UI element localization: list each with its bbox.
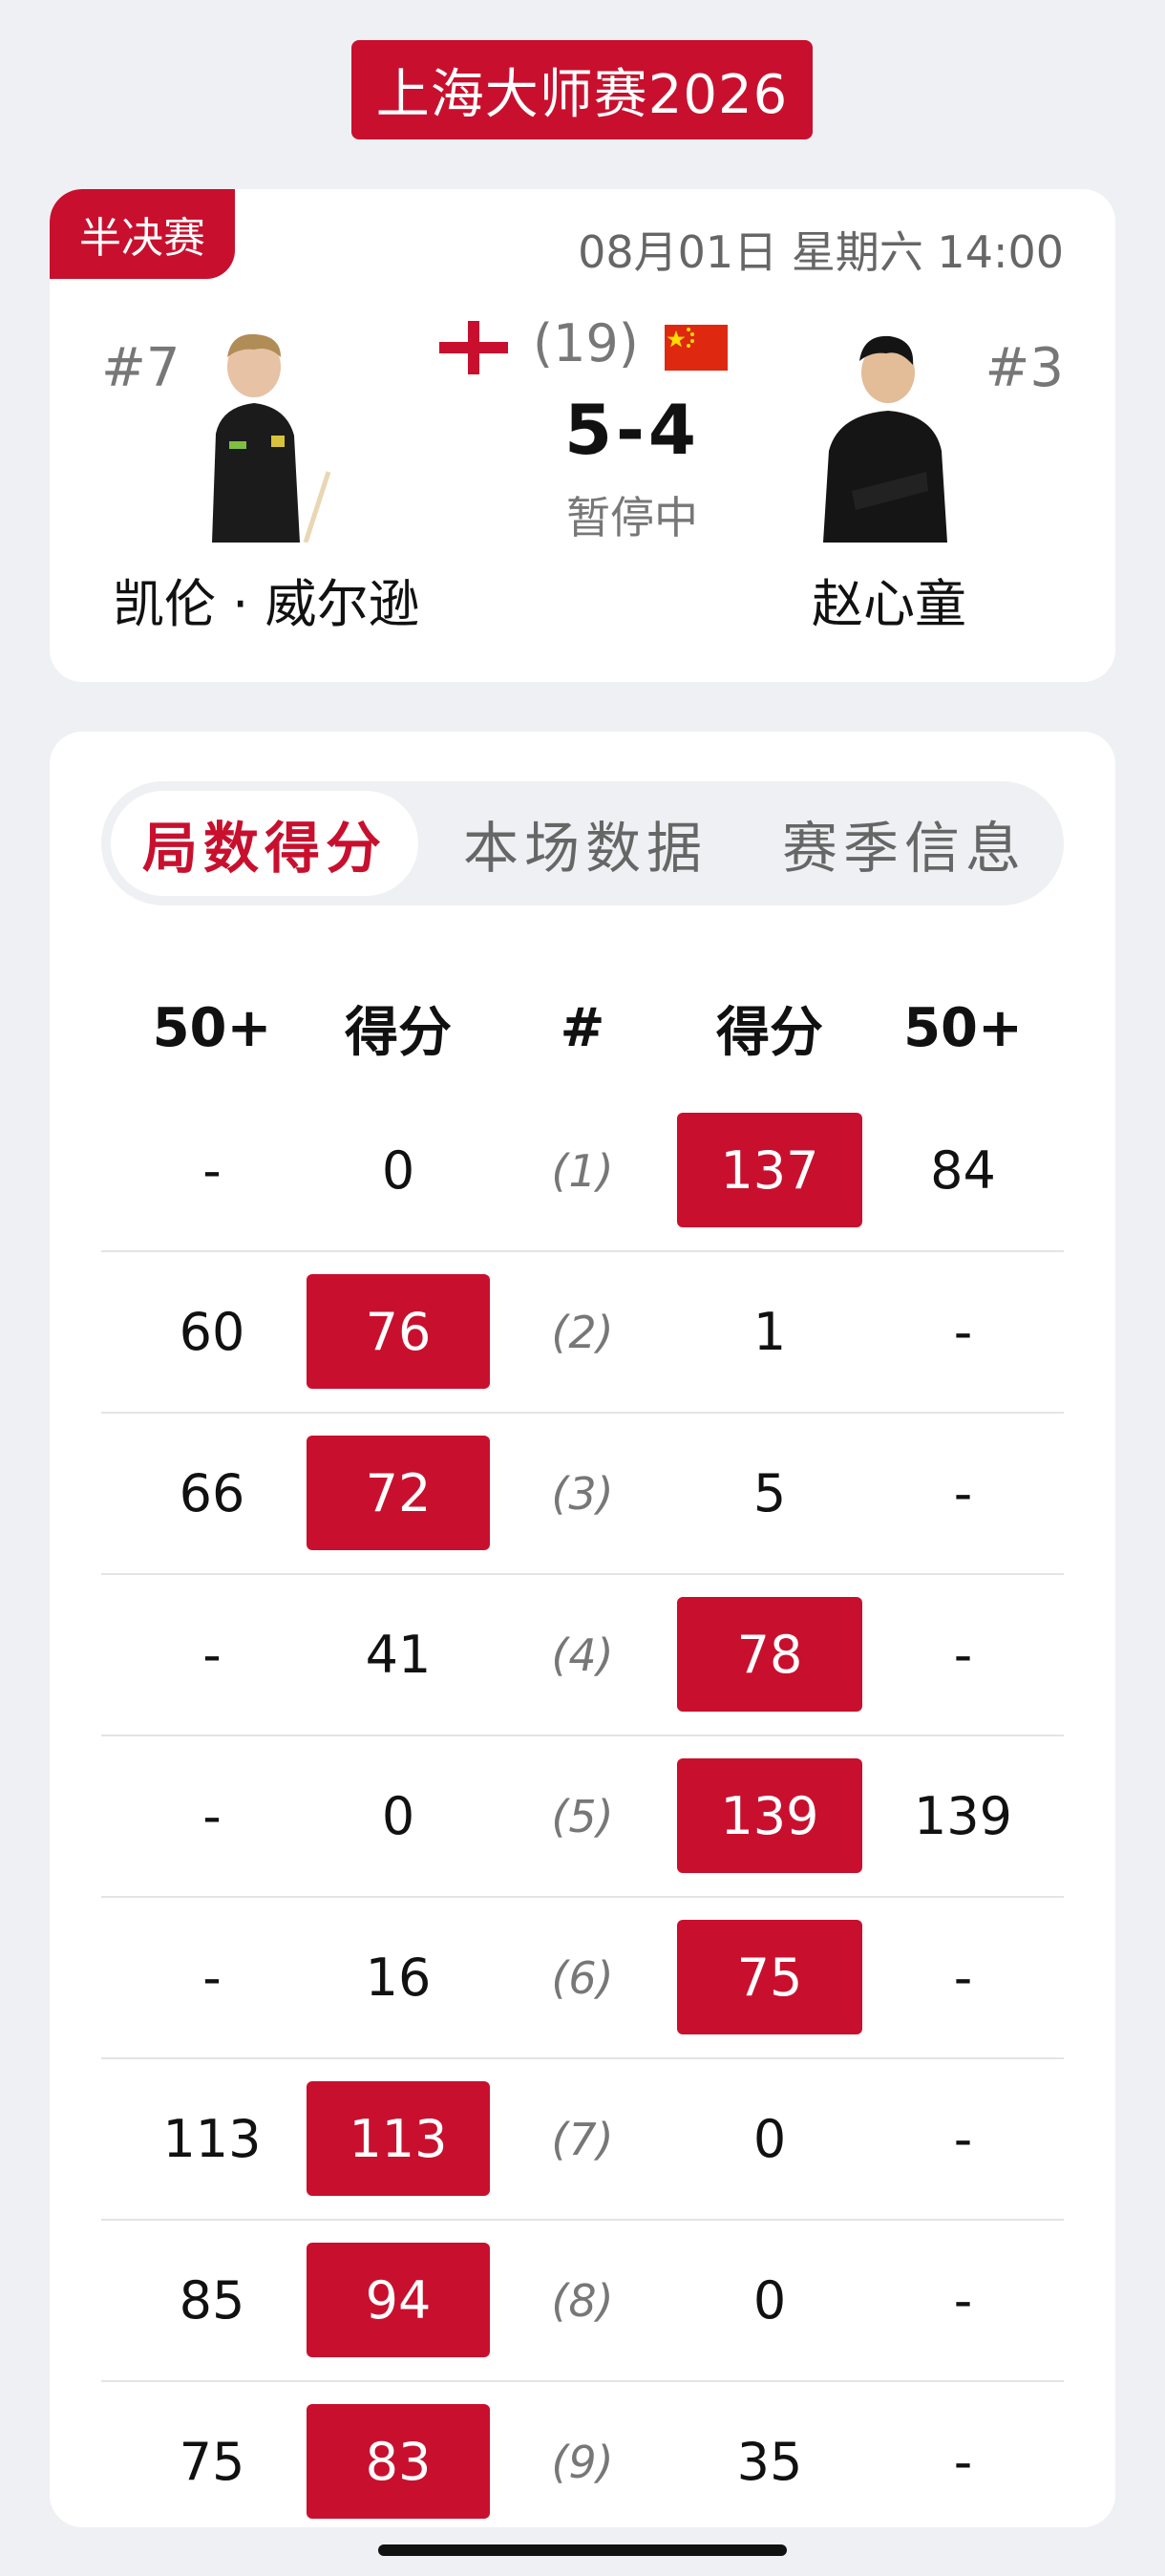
right-score-cell: 35 bbox=[736, 2432, 803, 2492]
right-player-name[interactable]: 赵心童 bbox=[812, 562, 966, 637]
left-player-name[interactable]: 凯伦 · 威尔逊 bbox=[113, 562, 420, 637]
frame-number-cell: (7) bbox=[551, 2113, 614, 2165]
header-left-score: 得分 bbox=[345, 1001, 452, 1064]
right-score-cell: 0 bbox=[752, 2270, 787, 2331]
left-break-cell: - bbox=[202, 1140, 222, 1201]
right-break-cell: - bbox=[953, 1463, 973, 1523]
stage-badge: 半决赛 bbox=[50, 189, 235, 279]
frame-number-cell: (4) bbox=[551, 1629, 614, 1681]
header-left-break: 50+ bbox=[152, 996, 272, 1059]
right-break-cell: - bbox=[953, 2109, 973, 2169]
header-right-score: 得分 bbox=[716, 1001, 823, 1064]
left-break-cell: 75 bbox=[179, 2432, 245, 2492]
frame-number-cell: (3) bbox=[551, 1467, 614, 1520]
left-break-cell: - bbox=[202, 1786, 222, 1846]
left-score-cell: 76 bbox=[307, 1274, 490, 1389]
stats-card: 局数得分 本场数据 赛季信息 50+ 得分 # 得分 50+ - 0 (1) 137 8… bbox=[50, 732, 1115, 2527]
frame-number-cell: (6) bbox=[551, 1951, 614, 2004]
right-score-cell: 0 bbox=[752, 2109, 787, 2169]
frame-number-cell: (2) bbox=[551, 1306, 614, 1358]
left-score-cell: 83 bbox=[307, 2404, 490, 2519]
right-break-cell: 139 bbox=[913, 1786, 1013, 1846]
table-row: - 16 (6) 75 - bbox=[101, 1898, 1064, 2059]
table-row: - 0 (1) 137 84 bbox=[101, 1091, 1064, 1252]
right-score-cell: 75 bbox=[677, 1920, 862, 2034]
left-score-cell: 113 bbox=[307, 2081, 490, 2196]
match-card[interactable]: 半决赛 08月01日 星期六 14:00 #7 #3 凯伦 · 威尔逊 赵心童 … bbox=[50, 189, 1115, 682]
right-break-cell: - bbox=[953, 1302, 973, 1362]
left-score-cell: 16 bbox=[365, 1948, 432, 2008]
header-right-break: 50+ bbox=[903, 996, 1023, 1059]
table-row: - 41 (4) 78 - bbox=[101, 1575, 1064, 1736]
frame-number-cell: (8) bbox=[551, 2274, 614, 2327]
best-of-frames: (19) bbox=[533, 313, 639, 373]
left-score-cell: 0 bbox=[381, 1786, 415, 1846]
left-break-cell: 66 bbox=[179, 1463, 245, 1523]
right-break-cell: - bbox=[953, 2270, 973, 2331]
tab-bar: 局数得分 本场数据 赛季信息 bbox=[101, 781, 1064, 905]
right-break-cell: - bbox=[953, 2432, 973, 2492]
table-row: 75 83 (9) 35 - bbox=[101, 2382, 1064, 2527]
left-break-cell: 60 bbox=[179, 1302, 245, 1362]
left-break-cell: - bbox=[202, 1948, 222, 2008]
header-frame: # bbox=[560, 996, 605, 1059]
left-score-cell: 72 bbox=[307, 1436, 490, 1550]
table-row: 85 94 (8) 0 - bbox=[101, 2221, 1064, 2382]
china-flag-icon bbox=[665, 325, 728, 371]
right-score-cell: 78 bbox=[677, 1597, 862, 1712]
england-flag-icon bbox=[439, 321, 508, 374]
left-score-cell: 0 bbox=[381, 1140, 415, 1201]
tab-match-stats[interactable]: 本场数据 bbox=[432, 791, 739, 896]
right-score-cell: 1 bbox=[752, 1302, 787, 1362]
right-score-cell: 139 bbox=[677, 1758, 862, 1873]
left-score-cell: 94 bbox=[307, 2243, 490, 2357]
table-row: - 0 (5) 139 139 bbox=[101, 1736, 1064, 1898]
tab-frame-scores[interactable]: 局数得分 bbox=[111, 791, 418, 896]
right-score-cell: 5 bbox=[752, 1463, 787, 1523]
match-status: 暂停中 bbox=[566, 492, 698, 543]
left-break-cell: - bbox=[202, 1625, 222, 1685]
right-player-rank: #3 bbox=[985, 337, 1064, 399]
left-score-cell: 41 bbox=[365, 1625, 432, 1685]
event-title: 上海大师赛2026 bbox=[351, 40, 813, 139]
right-break-cell: - bbox=[953, 1625, 973, 1685]
left-break-cell: 85 bbox=[179, 2270, 245, 2331]
table-row: 66 72 (3) 5 - bbox=[101, 1414, 1064, 1575]
right-break-cell: 84 bbox=[930, 1140, 996, 1201]
home-indicator[interactable] bbox=[378, 2544, 787, 2556]
left-player-rank: #7 bbox=[101, 337, 180, 399]
right-player-avatar[interactable] bbox=[814, 329, 955, 543]
left-break-cell: 113 bbox=[162, 2109, 262, 2169]
right-break-cell: - bbox=[953, 1948, 973, 2008]
table-header: 50+ 得分 # 得分 50+ bbox=[101, 965, 1064, 1091]
frame-number-cell: (5) bbox=[551, 1790, 614, 1842]
match-datetime: 08月01日 星期六 14:00 bbox=[578, 226, 1064, 278]
right-score-cell: 137 bbox=[677, 1113, 862, 1227]
table-row: 113 113 (7) 0 - bbox=[101, 2059, 1064, 2221]
frame-score-table: 50+ 得分 # 得分 50+ - 0 (1) 137 84 60 76 (2) 1 - 66 72 (… bbox=[101, 965, 1064, 2527]
frame-number-cell: (9) bbox=[551, 2436, 614, 2488]
table-row: 60 76 (2) 1 - bbox=[101, 1252, 1064, 1414]
left-player-avatar[interactable] bbox=[193, 329, 334, 543]
match-score: 5-4 bbox=[563, 390, 701, 470]
frame-number-cell: (1) bbox=[551, 1144, 614, 1197]
tab-season-info[interactable]: 赛季信息 bbox=[747, 791, 1062, 896]
